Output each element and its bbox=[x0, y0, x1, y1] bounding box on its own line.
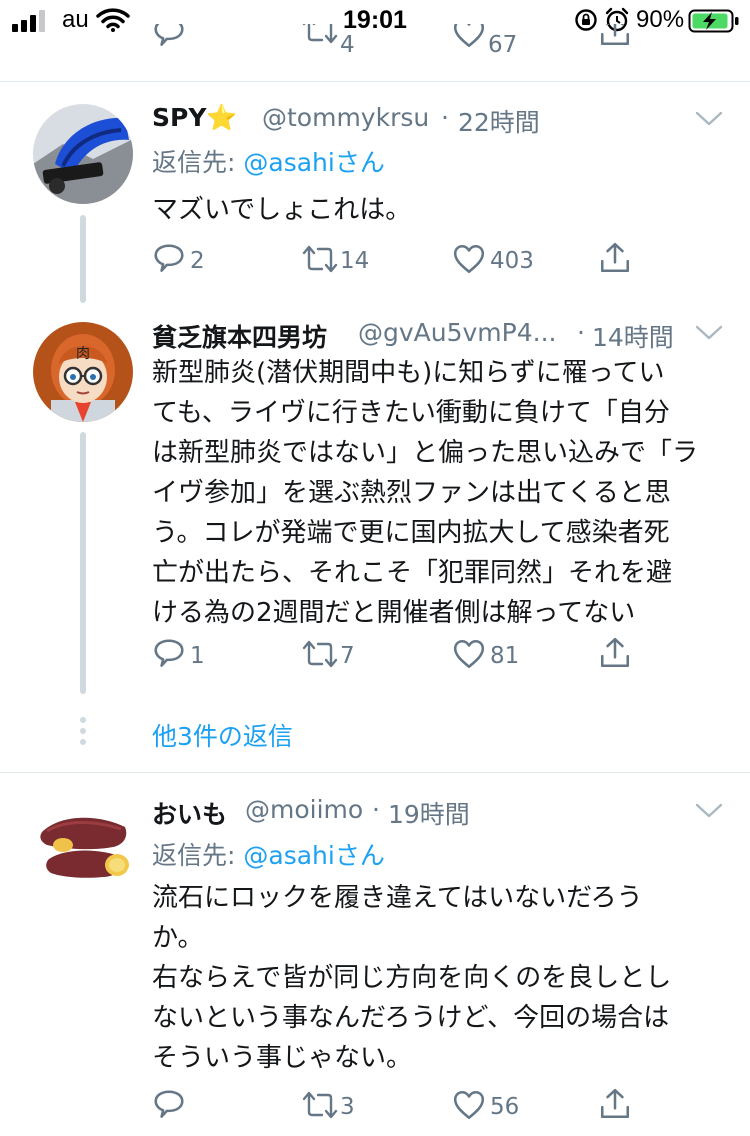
like-icon[interactable] bbox=[452, 637, 486, 671]
meta-separator: · bbox=[372, 795, 380, 824]
retweet-icon[interactable] bbox=[300, 1089, 340, 1121]
tweet-time: 14時間 bbox=[592, 323, 674, 352]
chevron-down-icon[interactable] bbox=[693, 109, 725, 129]
reply-mention-link[interactable]: @asahiさん bbox=[243, 841, 384, 870]
tweet-text: マズいでしょこれは。 bbox=[152, 195, 412, 225]
share-icon[interactable] bbox=[598, 24, 632, 48]
retweet-count: 4 bbox=[340, 32, 355, 58]
tweet-text: 流石にロックを履き違えてはいないだろう か。 右ならえで皆が同じ方向を向くのを良… bbox=[152, 883, 672, 1073]
reply-icon[interactable] bbox=[152, 242, 186, 276]
retweet-icon[interactable] bbox=[300, 638, 340, 670]
divider bbox=[0, 81, 750, 82]
thread-line bbox=[80, 432, 86, 694]
reply-icon[interactable] bbox=[152, 1088, 186, 1122]
reply-to-line: 返信先: @asahiさん bbox=[152, 836, 385, 872]
meta-separator: · bbox=[441, 103, 449, 132]
reply-prefix: 返信先: bbox=[152, 841, 244, 870]
previous-tweet-actions: 4 bbox=[150, 24, 650, 60]
tweet-author-name[interactable]: 貧乏旗本四男坊 bbox=[152, 318, 327, 354]
chevron-down-icon[interactable] bbox=[693, 323, 725, 343]
like-count: 56 bbox=[490, 1094, 520, 1120]
tweet-handle[interactable]: @gvAu5vmP4... bbox=[358, 318, 557, 347]
tweet-handle[interactable]: @tommykrsu bbox=[262, 103, 429, 132]
reply-count: 1 bbox=[190, 643, 205, 669]
tweet-text: 新型肺炎(潜伏期間中も)に知らずに罹ってい ても、ライヴに行きたい衝動に負けて「… bbox=[152, 358, 699, 628]
tweet-time: 22時間 bbox=[458, 108, 540, 137]
meta-separator: · bbox=[577, 318, 585, 347]
retweet-icon[interactable] bbox=[300, 243, 340, 275]
like-count: 67 bbox=[488, 32, 518, 58]
reply-icon[interactable] bbox=[152, 637, 186, 671]
reply-icon[interactable] bbox=[152, 24, 186, 50]
tweet-handle[interactable]: @moiimo bbox=[245, 795, 363, 824]
retweet-count: 14 bbox=[340, 248, 370, 274]
tweet-author-name[interactable]: おいも bbox=[152, 795, 227, 831]
tweet-author-name[interactable]: SPY⭐ bbox=[152, 103, 238, 133]
thread-line bbox=[80, 215, 86, 303]
thread-dots bbox=[80, 717, 86, 745]
like-icon[interactable] bbox=[452, 1088, 486, 1122]
retweet-count: 7 bbox=[340, 643, 355, 669]
show-more-replies-link[interactable]: 他3件の返信 bbox=[152, 717, 293, 753]
like-count: 403 bbox=[490, 248, 534, 274]
reply-count: 2 bbox=[190, 248, 205, 274]
avatar[interactable] bbox=[33, 104, 133, 204]
reply-prefix: 返信先: bbox=[152, 148, 244, 177]
avatar[interactable] bbox=[33, 797, 133, 897]
retweet-count: 3 bbox=[340, 1094, 355, 1120]
reply-to-line: 返信先: @asahiさん bbox=[152, 143, 385, 179]
tweet-time: 19時間 bbox=[388, 800, 470, 829]
share-icon[interactable] bbox=[598, 241, 632, 275]
divider bbox=[0, 772, 750, 773]
chevron-down-icon[interactable] bbox=[693, 801, 725, 821]
like-icon[interactable] bbox=[452, 242, 486, 276]
avatar-text: 肉 bbox=[76, 346, 90, 362]
like-count: 81 bbox=[490, 643, 520, 669]
share-icon[interactable] bbox=[598, 636, 632, 670]
retweet-icon[interactable] bbox=[300, 24, 340, 46]
reply-mention-link[interactable]: @asahiさん bbox=[243, 148, 384, 177]
avatar[interactable]: 肉 bbox=[33, 322, 133, 422]
share-icon[interactable] bbox=[598, 1087, 632, 1121]
battery-icon bbox=[688, 9, 739, 33]
like-icon[interactable] bbox=[452, 24, 486, 50]
